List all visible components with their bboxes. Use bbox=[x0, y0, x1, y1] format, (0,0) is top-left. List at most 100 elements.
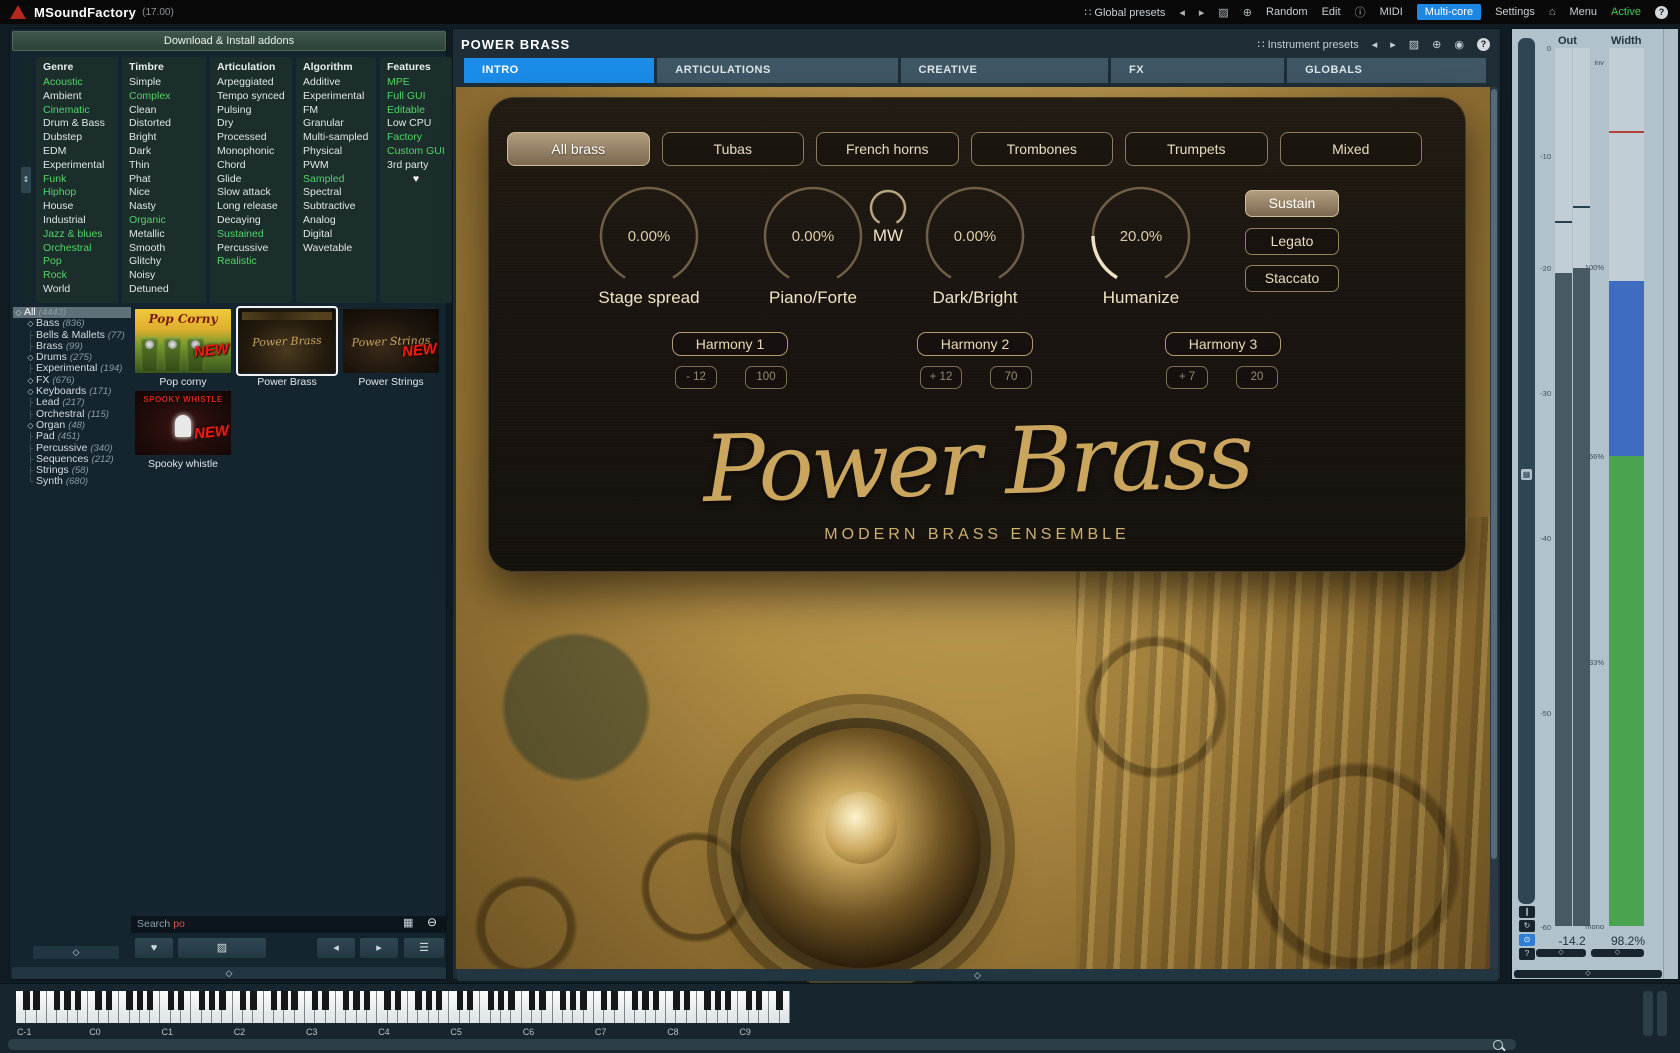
filter-mpe[interactable]: MPE bbox=[380, 76, 452, 90]
filter-dry[interactable]: Dry bbox=[210, 117, 292, 131]
next-instrument-preset-icon[interactable]: ▸ bbox=[1390, 38, 1396, 51]
harmony-3-amount[interactable]: 20 bbox=[1236, 366, 1278, 389]
filter-sampled[interactable]: Sampled bbox=[296, 173, 376, 187]
black-key-Fs7[interactable] bbox=[632, 991, 638, 1010]
black-key-As-1[interactable] bbox=[75, 991, 81, 1010]
black-key-Ds3[interactable] bbox=[322, 991, 328, 1010]
tab-fx[interactable]: FX bbox=[1111, 58, 1284, 83]
tab-articulations[interactable]: ARTICULATIONS bbox=[657, 58, 897, 83]
black-key-Fs5[interactable] bbox=[488, 991, 494, 1010]
filter-scrollbar[interactable]: ⇕ bbox=[20, 57, 32, 303]
black-key-Fs8[interactable] bbox=[704, 991, 710, 1010]
filter-metallic[interactable]: Metallic bbox=[122, 228, 206, 242]
filter-organic[interactable]: Organic bbox=[122, 214, 206, 228]
filter-full-gui[interactable]: Full GUI bbox=[380, 90, 452, 104]
eye-icon[interactable]: ◉ bbox=[1454, 38, 1464, 51]
pause-icon[interactable]: ∥ bbox=[1519, 906, 1535, 918]
filter-experimental[interactable]: Experimental bbox=[296, 90, 376, 104]
filter-multi-sampled[interactable]: Multi-sampled bbox=[296, 131, 376, 145]
filter-nasty[interactable]: Nasty bbox=[122, 200, 206, 214]
filter-rock[interactable]: Rock bbox=[36, 269, 118, 283]
black-key-Ds-1[interactable] bbox=[33, 991, 39, 1010]
black-key-Cs4[interactable] bbox=[384, 991, 390, 1010]
filter-3rd-party[interactable]: 3rd party bbox=[380, 159, 452, 173]
filter-arpeggiated[interactable]: Arpeggiated bbox=[210, 76, 292, 90]
black-key-Ds7[interactable] bbox=[611, 991, 617, 1010]
filter-fm[interactable]: FM bbox=[296, 104, 376, 118]
filter-orchestral[interactable]: Orchestral bbox=[36, 242, 118, 256]
black-key-Ds2[interactable] bbox=[250, 991, 256, 1010]
filter-hiphop[interactable]: Hiphop bbox=[36, 186, 118, 200]
black-key-Cs1[interactable] bbox=[168, 991, 174, 1010]
black-key-Gs5[interactable] bbox=[498, 991, 504, 1010]
preset-add-icon[interactable]: ⊕ bbox=[1432, 38, 1441, 51]
filter-thin[interactable]: Thin bbox=[122, 159, 206, 173]
midi-button[interactable]: MIDI bbox=[1380, 6, 1403, 18]
black-key-Cs5[interactable] bbox=[457, 991, 463, 1010]
black-key-Gs-1[interactable] bbox=[64, 991, 70, 1010]
help-icon[interactable]: ? bbox=[1477, 38, 1490, 51]
harmony-3-semitones[interactable]: + 7 bbox=[1166, 366, 1208, 389]
filter-monophonic[interactable]: Monophonic bbox=[210, 145, 292, 159]
filter-edm[interactable]: EDM bbox=[36, 145, 118, 159]
black-key-As8[interactable] bbox=[725, 991, 731, 1010]
random-button[interactable]: Random bbox=[1266, 6, 1308, 18]
filter-long-release[interactable]: Long release bbox=[210, 200, 292, 214]
preset-image[interactable]: Power StringsNEW bbox=[343, 309, 439, 373]
home-icon[interactable]: ⌂ bbox=[1549, 6, 1556, 18]
black-key-As7[interactable] bbox=[653, 991, 659, 1010]
toolbar-strip[interactable]: Toolbar bbox=[1663, 29, 1678, 979]
prev-instrument-preset-icon[interactable]: ◂ bbox=[1372, 38, 1378, 51]
filter-funk[interactable]: Funk bbox=[36, 173, 118, 187]
black-key-Cs6[interactable] bbox=[529, 991, 535, 1010]
black-key-As0[interactable] bbox=[147, 991, 153, 1010]
panel-resize-handle[interactable]: ◇ bbox=[1514, 970, 1662, 978]
black-key-As4[interactable] bbox=[436, 991, 442, 1010]
filter-editable[interactable]: Editable bbox=[380, 104, 452, 118]
black-key-Cs8[interactable] bbox=[673, 991, 679, 1010]
harmony-1-amount[interactable]: 100 bbox=[745, 366, 787, 389]
prev-preset-icon[interactable]: ◂ bbox=[1179, 6, 1185, 19]
filter-house[interactable]: House bbox=[36, 200, 118, 214]
filter-dubstep[interactable]: Dubstep bbox=[36, 131, 118, 145]
list-view-button[interactable]: ☰ bbox=[403, 937, 445, 959]
filter-acoustic[interactable]: Acoustic bbox=[36, 76, 118, 90]
knob-piano-forte[interactable]: 0.00% bbox=[761, 184, 865, 288]
black-key-Ds5[interactable] bbox=[467, 991, 473, 1010]
menu-button[interactable]: Menu bbox=[1570, 6, 1598, 18]
knob-mw[interactable] bbox=[867, 187, 909, 229]
black-key-Cs2[interactable] bbox=[240, 991, 246, 1010]
tree-item-synth[interactable]: └Synth(680) bbox=[13, 476, 183, 487]
updown-icon[interactable]: ⇕ bbox=[21, 167, 31, 193]
filter-physical[interactable]: Physical bbox=[296, 145, 376, 159]
black-key-Fs9[interactable] bbox=[776, 991, 782, 1010]
filter-distorted[interactable]: Distorted bbox=[122, 117, 206, 131]
black-key-Fs-1[interactable] bbox=[54, 991, 60, 1010]
harmony-1-semitones[interactable]: - 12 bbox=[675, 366, 717, 389]
filter-wavetable[interactable]: Wavetable bbox=[296, 242, 376, 256]
black-key-Fs2[interactable] bbox=[271, 991, 277, 1010]
preset-thumbnail-spooky-whistle[interactable]: SPOOKY WHISTLENEWSpooky whistle bbox=[135, 391, 231, 470]
filter-ambient[interactable]: Ambient bbox=[36, 90, 118, 104]
power-icon[interactable]: ⊙ bbox=[1519, 934, 1535, 946]
articulation-staccato[interactable]: Staccato bbox=[1245, 265, 1339, 292]
filter-jazz-blues[interactable]: Jazz & blues bbox=[36, 228, 118, 242]
keyboard-entry-icon[interactable]: ▦ bbox=[403, 916, 413, 929]
black-key-Gs1[interactable] bbox=[209, 991, 215, 1010]
black-key-Gs7[interactable] bbox=[642, 991, 648, 1010]
preset-thumbnail-pop-corny[interactable]: Pop CornyNEWPop corny bbox=[135, 309, 231, 388]
help-icon[interactable]: ? bbox=[1519, 948, 1535, 960]
filter-glitchy[interactable]: Glitchy bbox=[122, 255, 206, 269]
filter-glide[interactable]: Glide bbox=[210, 173, 292, 187]
ensemble-all-brass[interactable]: All brass bbox=[507, 132, 650, 166]
filter-analog[interactable]: Analog bbox=[296, 214, 376, 228]
width-meter-handle[interactable]: ◇ bbox=[1591, 949, 1644, 957]
keyboard-zoom-strip[interactable] bbox=[1643, 991, 1653, 1036]
search-input[interactable]: Search po bbox=[131, 916, 447, 933]
clear-search-icon[interactable]: ⊖ bbox=[427, 915, 437, 929]
filter-favorites-heart-icon[interactable]: ♥ bbox=[380, 173, 452, 187]
tab-intro[interactable]: INTRO bbox=[464, 58, 654, 83]
black-key-Fs0[interactable] bbox=[126, 991, 132, 1010]
global-presets-button[interactable]: ∷ Global presets bbox=[1084, 6, 1165, 19]
filter-sustained[interactable]: Sustained bbox=[210, 228, 292, 242]
